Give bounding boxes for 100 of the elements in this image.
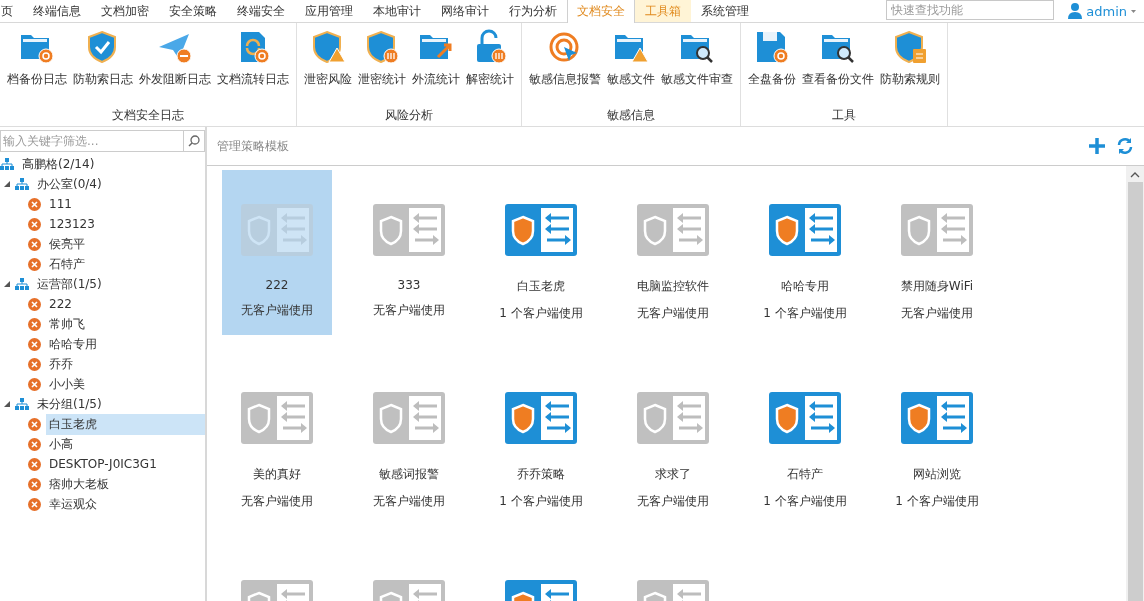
tree-item[interactable]: 123123 [46,215,98,233]
tree-item[interactable]: 幸运观众 [46,493,100,515]
expanded-arrow-icon[interactable] [4,401,10,407]
ribbon-button[interactable]: 解密统计 [463,23,517,107]
org-chart-icon [0,158,14,170]
menu-tab[interactable]: 本地审计 [363,0,431,22]
tree-item[interactable]: 乔乔 [46,353,76,375]
tree-item[interactable]: 高鹏格(2/14) [19,153,98,175]
filter-search-button[interactable] [183,130,205,152]
policy-template-card[interactable]: 网站浏览 1 个客户端使用 [882,358,992,523]
policy-template-card[interactable]: 333 无客户端使用 [354,170,464,335]
policy-icon [769,392,841,444]
ribbon-button[interactable]: 敏感文件审查 [658,23,736,107]
org-chart-icon [15,278,29,290]
template-name: 石特产 [787,466,823,483]
tree-item[interactable]: 侯亮平 [46,233,88,255]
tree-item[interactable]: 111 [46,195,75,213]
tree-item[interactable]: 未分组(1/5) [34,393,105,415]
offline-icon [28,457,41,471]
policy-icon [373,392,445,444]
policy-template-card[interactable]: 电脑监控软件 无客户端使用 [618,170,728,335]
quick-search-field[interactable]: 快速查找功能 [886,0,1055,20]
policy-template-card[interactable]: 石特产 1 个客户端使用 [750,358,860,523]
tree-item[interactable]: 运营部(1/5) [34,273,105,295]
offline-icon [28,497,41,511]
user-menu[interactable]: admin [1054,0,1144,22]
tree-item[interactable]: 常帅飞 [46,313,88,335]
expanded-arrow-icon[interactable] [4,281,10,287]
ribbon-button[interactable]: 档备份日志 [4,23,70,107]
policy-template-card[interactable]: 乔乔策略 1 个客户端使用 [486,358,596,523]
menu-tab[interactable]: 页 [0,0,23,22]
ribbon-button[interactable]: 全盘备份 [745,23,799,107]
template-usage: 无客户端使用 [241,493,313,510]
template-usage: 无客户端使用 [373,493,445,510]
offline-icon [28,217,41,231]
menu-tab[interactable]: 行为分析 [499,0,567,22]
scrollbar[interactable] [1126,166,1144,601]
policy-icon [505,392,577,444]
tree-item[interactable]: 小小美 [46,373,88,395]
template-name: 222 [265,278,289,292]
ribbon-button[interactable]: 文档流转日志 [214,23,292,107]
menu-tab[interactable]: 文档加密 [91,0,159,22]
menu-tab[interactable]: 终端安全 [227,0,295,22]
tree-item[interactable]: DESKTOP-J0IC3G1 [46,455,160,473]
ribbon-button[interactable]: 防勒索日志 [70,23,136,107]
offline-icon [28,257,41,271]
tree-item[interactable]: 小高 [46,433,76,455]
org-chart-icon [15,178,29,190]
offline-icon [28,297,41,311]
ribbon-button[interactable]: 查看备份文件 [799,23,877,107]
offline-icon [28,337,41,351]
policy-template-card[interactable]: 222 无客户端使用 [222,170,332,335]
expanded-arrow-icon[interactable] [4,181,10,187]
ribbon-button[interactable]: 外发阻断日志 [136,23,214,107]
ribbon-button[interactable]: 敏感文件 [604,23,658,107]
menu-tab[interactable]: 终端信息 [23,0,91,22]
policy-icon [637,392,709,444]
template-usage: 无客户端使用 [373,302,445,319]
policy-template-card[interactable]: 白玉老虎 1 个客户端使用 [486,170,596,335]
tree-item[interactable]: 哈哈专用 [46,333,100,355]
offline-icon [28,237,41,251]
template-name: 乔乔策略 [517,466,565,483]
ribbon-button[interactable]: 外流统计 [409,23,463,107]
policy-icon [505,204,577,256]
shield-icon [892,29,928,65]
scroll-up-icon[interactable] [1130,171,1140,179]
template-usage: 1 个客户端使用 [499,305,583,322]
menu-tab[interactable]: 系统管理 [691,0,759,22]
shield-icon [364,29,400,65]
template-name: 电脑监控软件 [637,278,709,295]
policy-template-card[interactable]: 哈哈专用 1 个客户端使用 [750,170,860,335]
policy-icon [241,204,313,256]
offline-icon [28,417,41,431]
tree-item[interactable]: 痞帅大老板 [46,473,112,495]
tree-filter-field[interactable]: 输入关键字筛选... [0,130,183,152]
template-usage: 无客户端使用 [901,305,973,322]
policy-template-card[interactable]: 敏感词报警 无客户端使用 [354,358,464,523]
ribbon-button[interactable]: 泄密统计 [355,23,409,107]
template-usage: 无客户端使用 [637,493,709,510]
offline-icon [28,437,41,451]
policy-template-card[interactable]: 求求了 无客户端使用 [618,358,728,523]
tree-item[interactable]: 白玉老虎 [46,413,205,435]
policy-icon [241,392,313,444]
refresh-icon[interactable] [1116,137,1134,155]
policy-template-card[interactable]: 禁用随身WiFi 无客户端使用 [882,170,992,335]
ribbon-button[interactable]: 泄密风险 [301,23,355,107]
caret-icon [1131,9,1136,13]
menu-tab[interactable]: 应用管理 [295,0,363,22]
menu-tab[interactable]: 网络审计 [431,0,499,22]
add-icon[interactable] [1088,137,1106,155]
menu-tab[interactable]: 安全策略 [159,0,227,22]
ribbon-button[interactable]: 敏感信息报警 [526,23,604,107]
template-name: 禁用随身WiFi [900,278,974,295]
tree-item[interactable]: 办公室(0/4) [34,173,105,195]
ribbon-button[interactable]: 防勒索规则 [877,23,943,107]
ribbon-group-label: 风险分析 [384,107,434,124]
tree-item[interactable]: 222 [46,295,75,313]
template-name: 美的真好 [253,466,301,483]
tree-item[interactable]: 石特产 [46,253,88,275]
policy-template-card[interactable]: 美的真好 无客户端使用 [222,358,332,523]
